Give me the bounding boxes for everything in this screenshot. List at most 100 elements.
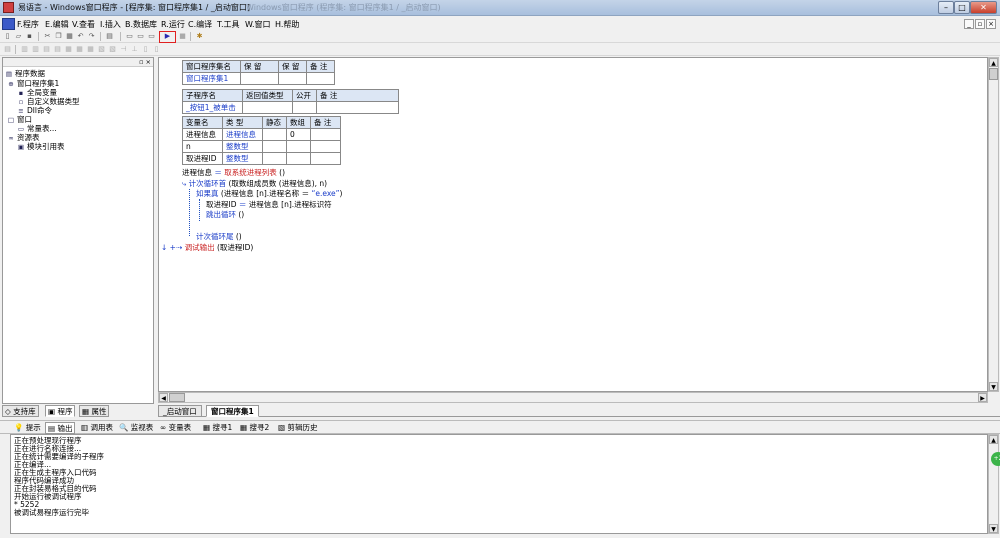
menu-tools[interactable]: T.工具 — [217, 19, 239, 30]
tab-clip-history[interactable]: ▧ 剪辑历史 — [278, 422, 317, 434]
tab-search-1[interactable]: ▦ 搜寻1 — [203, 422, 232, 434]
mdi-close-button[interactable]: × — [986, 19, 996, 29]
window-layout-3-icon[interactable]: ▭ — [147, 32, 156, 41]
paste-icon[interactable]: ▦ — [65, 32, 74, 41]
tab-output[interactable]: ▤ 输出 — [45, 422, 76, 434]
code-line-4[interactable]: 取进程ID ＝ 进程信息 [n].进程标识符 — [206, 200, 332, 210]
editor-horizontal-scrollbar[interactable]: ◀ ▶ — [158, 392, 988, 403]
open-file-icon[interactable]: ▱ — [14, 32, 23, 41]
menu-window[interactable]: W.窗口 — [245, 19, 271, 30]
copy-icon[interactable]: ❐ — [54, 32, 63, 41]
tab-watch-table[interactable]: 🔍 监视表 — [119, 422, 153, 434]
sub-name-cell[interactable]: _按钮1_被单击 — [182, 101, 243, 114]
same-width-icon[interactable]: ▦ — [64, 45, 73, 54]
menu-bar: F.程序 E.编辑 V.查看 I.插入 B.数据库 R.运行 C.编译 T.工具… — [0, 17, 1000, 31]
code-line-5[interactable]: 跳出循环 () — [206, 210, 244, 220]
tab-search-2[interactable]: ▦ 搜寻2 — [240, 422, 269, 434]
code-line-1[interactable]: 进程信息 ＝ 取系统进程列表 () — [182, 168, 285, 178]
menu-view[interactable]: V.查看 — [72, 19, 95, 30]
mdi-minimize-button[interactable]: _ — [964, 19, 974, 29]
if-guide-line — [199, 199, 200, 221]
code-line-3[interactable]: 如果真 (进程信息 [n].进程名称 ＝ “e.exe”) — [196, 189, 342, 199]
window-layout-2-icon[interactable]: ▭ — [136, 32, 145, 41]
v-spacing-icon[interactable]: ▧ — [108, 45, 117, 54]
assembly-icon: ⊕ — [8, 80, 14, 88]
new-file-icon[interactable]: ▯ — [3, 32, 12, 41]
mdi-restore-button[interactable]: ▫ — [975, 19, 985, 29]
table-row[interactable]: 取进程ID 整数型 — [182, 152, 341, 165]
menu-edit[interactable]: E.编辑 — [45, 19, 69, 30]
output-panel-tabs: 💡 提示 ▤ 输出 ▥ 调用表 🔍 监视表 ∞ 变量表 ▦ 搜寻1 ▦ 搜寻2 … — [0, 420, 1000, 434]
menu-program[interactable]: F.程序 — [17, 19, 39, 30]
editor-vertical-scrollbar[interactable]: ▲ ▼ — [988, 57, 999, 392]
panel-close-icon[interactable]: ▫ × — [139, 58, 151, 66]
vscroll-thumb[interactable] — [989, 68, 998, 80]
align-top-icon[interactable]: ▤ — [42, 45, 51, 54]
minimize-button[interactable]: – — [938, 1, 954, 14]
subroutine-table: 子程序名 返回值类型 公开 备 注 _按钮1_被单击 — [182, 89, 399, 114]
tab-window-assembly[interactable]: 窗口程序集1 — [206, 405, 259, 417]
cut-icon[interactable]: ✂ — [43, 32, 52, 41]
window-title: 易语言 - Windows窗口程序 - [程序集: 窗口程序集1 / _启动窗口… — [18, 3, 251, 12]
save-icon[interactable]: ▪ — [25, 32, 34, 41]
tab-startup-window[interactable]: _启动窗口 — [158, 405, 202, 417]
align-left-icon[interactable]: ▤ — [3, 45, 12, 54]
close-button[interactable]: ✕ — [970, 1, 997, 14]
bring-front-icon[interactable]: ▯ — [141, 45, 150, 54]
center-h-icon[interactable]: ⊣ — [119, 45, 128, 54]
maximize-button[interactable]: □ — [954, 1, 970, 14]
menu-database[interactable]: B.数据库 — [125, 19, 157, 30]
call-table-icon: ▥ — [81, 423, 89, 432]
output-scroll-up-icon[interactable]: ▲ — [989, 435, 998, 444]
support-library-icon: ◇ — [5, 407, 14, 416]
send-back-icon[interactable]: ▯ — [152, 45, 161, 54]
hscroll-thumb[interactable] — [169, 393, 185, 402]
tab-variable-table[interactable]: ∞ 变量表 — [160, 422, 191, 434]
tab-support-library[interactable]: ◇ 支持库 — [2, 405, 39, 417]
program-icon[interactable] — [2, 18, 15, 30]
clip-history-icon: ▧ — [278, 423, 286, 432]
menu-run[interactable]: R.运行 — [161, 19, 185, 30]
tree-item-program-data[interactable]: ▤ 程序数据 — [5, 69, 45, 79]
menu-help[interactable]: H.帮助 — [275, 19, 299, 30]
document-tabs: _启动窗口 窗口程序集1 — [158, 404, 1000, 417]
same-size-icon[interactable]: ▦ — [86, 45, 95, 54]
code-line-7[interactable]: ↓ +⇢ 调试输出 (取进程ID) — [161, 243, 253, 253]
code-line-2[interactable]: ⤷ 计次循环首 (取数组成员数 (进程信息), n) — [182, 179, 327, 189]
loop-arrow-icon: ⤷ — [182, 179, 189, 188]
center-v-icon[interactable]: ⊥ — [130, 45, 139, 54]
var-header-array: 数组 — [286, 116, 311, 129]
menu-compile[interactable]: C.编译 — [188, 19, 212, 30]
assistant-badge[interactable]: +2 — [991, 452, 1000, 466]
undo-icon[interactable]: ↶ — [76, 32, 85, 41]
scroll-down-icon[interactable]: ▼ — [989, 382, 998, 391]
same-height-icon[interactable]: ▦ — [75, 45, 84, 54]
output-console[interactable]: 正在预处理现行程序 正在进行名称连接... 正在统计需要编译的子程序 正在编译.… — [10, 434, 988, 534]
stop-icon[interactable]: ■ — [178, 32, 187, 41]
h-spacing-icon[interactable]: ▧ — [97, 45, 106, 54]
output-scrollbar[interactable]: ▲ ▼ — [988, 434, 999, 534]
output-scroll-down-icon[interactable]: ▼ — [989, 524, 998, 533]
window-layout-1-icon[interactable]: ▭ — [125, 32, 134, 41]
scroll-up-icon[interactable]: ▲ — [989, 58, 998, 67]
align-center-icon[interactable]: ▥ — [20, 45, 29, 54]
code-line-6[interactable]: 计次循环尾 () — [196, 232, 242, 242]
debug-icon[interactable]: ✱ — [195, 32, 204, 41]
tab-hint[interactable]: 💡 提示 — [14, 422, 41, 434]
tab-properties[interactable]: ▦ 属性 — [79, 405, 110, 417]
assembly-name-cell[interactable]: 窗口程序集1 — [182, 72, 241, 85]
find-icon[interactable]: ▤ — [105, 32, 114, 41]
table-row[interactable]: 进程信息 进程信息 0 — [182, 128, 341, 141]
align-bottom-icon[interactable]: ▤ — [53, 45, 62, 54]
tab-call-table[interactable]: ▥ 调用表 — [81, 422, 113, 434]
code-editor[interactable]: 窗口程序集名 保 留 保 留 备 注 窗口程序集1 子程序名 返回值类型 公开 … — [158, 57, 988, 392]
tree-item-module-refs[interactable]: ▣ 模块引用表 — [17, 142, 65, 152]
redo-icon[interactable]: ↷ — [87, 32, 96, 41]
scroll-right-icon[interactable]: ▶ — [978, 393, 987, 402]
menu-insert[interactable]: I.插入 — [100, 19, 121, 30]
scroll-left-icon[interactable]: ◀ — [159, 393, 168, 402]
align-right-icon[interactable]: ▥ — [31, 45, 40, 54]
variable-table: 变量名 类 型 静态 数组 备 注 进程信息 进程信息 0 n 整数型 取进程I… — [182, 116, 341, 165]
tab-program[interactable]: ▣ 程序 — [45, 405, 76, 417]
table-row[interactable]: n 整数型 — [182, 140, 341, 153]
